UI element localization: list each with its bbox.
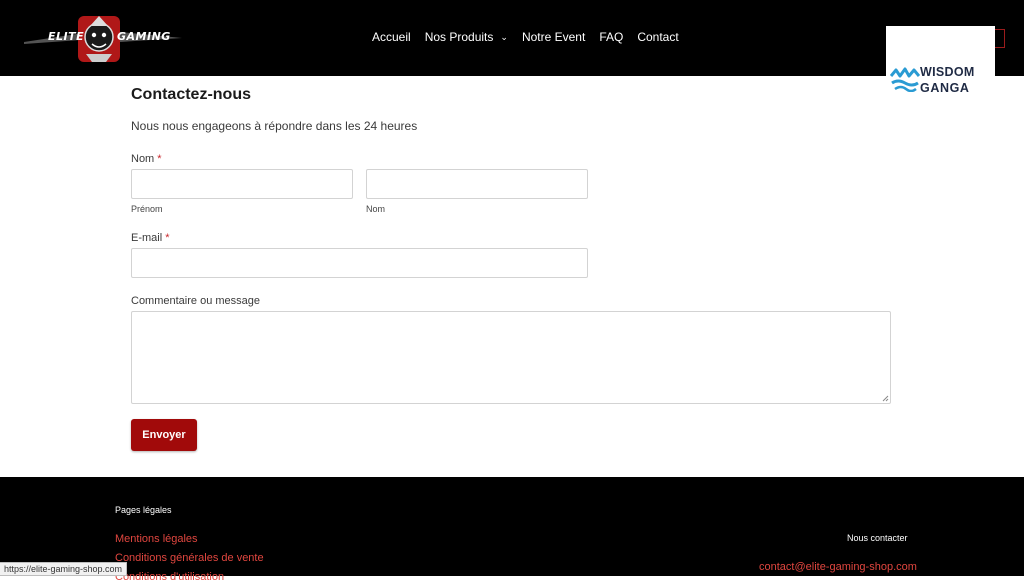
nav-item-notre-event[interactable]: Notre Event [522, 30, 585, 44]
site-header: ELITE GAMING Accueil Nos Produits ⌄ Notr… [0, 0, 1024, 76]
logo-text-left: ELITE [48, 30, 85, 43]
chevron-down-icon: ⌄ [500, 31, 508, 42]
first-name-input[interactable] [131, 169, 353, 199]
nav-item-label: Nos Produits [424, 30, 494, 44]
contact-heading: Nous contacter [847, 533, 908, 543]
email-label: E-mail * [131, 232, 170, 244]
last-name-caption: Nom [366, 204, 386, 214]
legal-pages-heading: Pages légales [115, 505, 172, 515]
browser-status-url: https://elite-gaming-shop.com [0, 562, 128, 576]
submit-button[interactable]: Envoyer [131, 419, 197, 451]
watermark-line-2: GANGA [920, 81, 970, 95]
last-name-input[interactable] [366, 169, 588, 199]
legal-link-cgu[interactable]: Conditions d'utilisation [115, 571, 224, 583]
site-footer: Pages légales Mentions légales Condition… [0, 477, 1024, 583]
required-mark: * [157, 153, 162, 165]
form-subtitle: Nous nous engageons à répondre dans les … [131, 119, 418, 133]
logo-text-right: GAMING [117, 30, 171, 43]
email-input[interactable] [131, 248, 588, 278]
name-label-text: Nom [131, 153, 155, 165]
nav-item-faq[interactable]: FAQ [599, 30, 623, 44]
email-label-text: E-mail [131, 232, 163, 244]
nav-item-accueil[interactable]: Accueil [372, 30, 411, 44]
first-name-caption: Prénom [131, 204, 163, 214]
legal-link-mentions[interactable]: Mentions légales [115, 533, 198, 545]
nav-item-nos-produits[interactable]: Nos Produits ⌄ [425, 30, 508, 44]
contact-email-link[interactable]: contact@elite-gaming-shop.com [759, 561, 917, 573]
name-label: Nom * [131, 153, 162, 165]
watermark-line-1: WISDOM [920, 65, 975, 79]
main-nav: Accueil Nos Produits ⌄ Notre Event FAQ C… [372, 30, 679, 44]
message-textarea[interactable] [131, 311, 891, 404]
site-logo[interactable]: ELITE GAMING [20, 8, 185, 66]
wave-logo-icon [890, 67, 920, 92]
nav-item-contact[interactable]: Contact [637, 30, 678, 44]
page-title: Contactez-nous [131, 86, 251, 103]
cart-icon[interactable] [994, 29, 1005, 48]
message-label: Commentaire ou message [131, 295, 261, 307]
resize-grip-icon[interactable] [882, 395, 889, 402]
required-mark: * [165, 232, 170, 244]
legal-link-cgv[interactable]: Conditions générales de vente [115, 552, 264, 564]
wisdom-ganga-watermark: WISDOM GANGA [886, 26, 995, 100]
